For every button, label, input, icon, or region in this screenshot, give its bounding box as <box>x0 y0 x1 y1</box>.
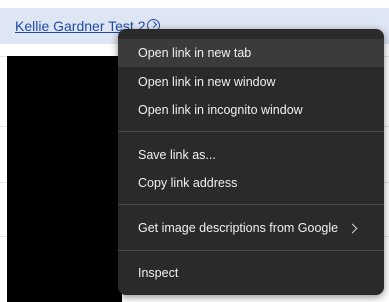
menu-item-label: Get image descriptions from Google <box>138 221 339 235</box>
menu-item-inspect[interactable]: Inspect <box>118 259 384 287</box>
menu-item-open-new-tab[interactable]: Open link in new tab <box>118 39 384 67</box>
menu-separator <box>118 204 384 205</box>
menu-separator <box>118 131 384 132</box>
context-menu: Open link in new tab Open link in new wi… <box>118 29 384 295</box>
menu-item-image-descriptions[interactable]: Get image descriptions from Google <box>118 214 384 242</box>
menu-item-copy-link-address[interactable]: Copy link address <box>118 169 384 197</box>
chevron-right-icon <box>347 223 358 234</box>
menu-item-open-incognito[interactable]: Open link in incognito window <box>118 96 384 124</box>
menu-separator <box>118 250 384 251</box>
page: Kellie Gardner Test 2 Open link in new t… <box>0 0 389 302</box>
menu-item-save-link-as[interactable]: Save link as... <box>118 141 384 169</box>
menu-item-open-new-window[interactable]: Open link in new window <box>118 68 384 96</box>
redacted-content <box>7 56 122 302</box>
